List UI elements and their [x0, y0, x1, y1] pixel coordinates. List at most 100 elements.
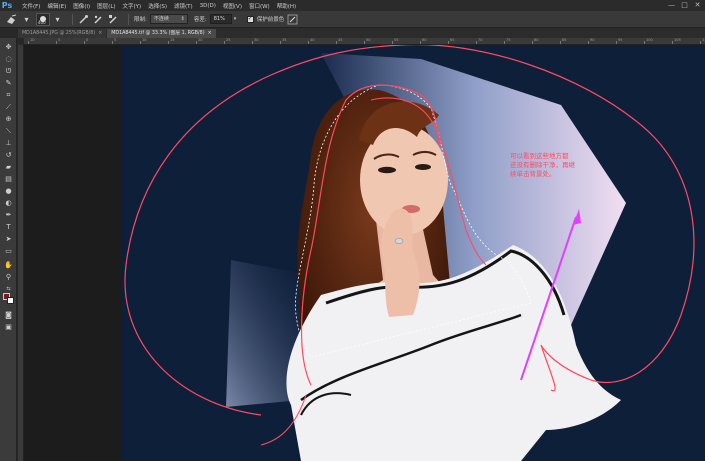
ruler-tick-label: 10: [142, 38, 147, 42]
brush-tool-icon[interactable]: ⟍: [3, 126, 14, 136]
ruler-tick-label: 85: [562, 38, 567, 42]
ruler-tick-mark: [560, 41, 561, 44]
brush-dropdown-icon[interactable]: ▾: [52, 14, 63, 25]
ruler-tick-mark: [672, 41, 673, 44]
separator: [72, 13, 73, 25]
ruler-tick-label: 40: [310, 38, 315, 42]
zoom-tool-icon[interactable]: ⚲: [3, 272, 14, 282]
tab-close-icon[interactable]: ×: [98, 31, 102, 36]
menu-window[interactable]: 窗口(W): [249, 2, 270, 10]
protect-foreground-label: 保护前景色: [256, 17, 285, 23]
tab-label: MD1A8445.tif @ 33.3% (图层 1, RGB/8): [111, 31, 205, 36]
move-tool-icon[interactable]: ✥: [3, 42, 14, 52]
ruler-tick-mark: [308, 41, 309, 44]
ruler-tick-label: 35: [282, 38, 287, 42]
left-eye: [378, 166, 396, 174]
ruler-tick-label: 25: [226, 38, 231, 42]
tolerance-input[interactable]: 81%: [209, 14, 232, 24]
tab-close-icon[interactable]: ×: [208, 31, 212, 36]
ruler-tick-mark: [392, 41, 393, 44]
history-brush-tool-icon[interactable]: ↺: [3, 150, 14, 160]
menu-view[interactable]: 视图(V): [223, 2, 242, 10]
quick-select-tool-icon[interactable]: ✎: [3, 78, 14, 88]
crop-tool-icon[interactable]: ⌗: [3, 90, 14, 100]
ruler-tick-label: 100: [646, 38, 653, 42]
annotation-text: 可以看到这些地方都 还没有删除干净，再继 续单击背景处。: [510, 152, 590, 179]
menu-edit[interactable]: 编辑(E): [47, 2, 66, 10]
quick-mask-icon[interactable]: ◙: [3, 310, 14, 320]
ruler-tick-label: 15: [170, 38, 175, 42]
ruler-tick-mark: [532, 41, 533, 44]
ruler-tick-mark: [476, 41, 477, 44]
tolerance-slider-toggle[interactable]: ▾: [234, 14, 241, 24]
preset-dropdown-icon[interactable]: ▾: [21, 14, 32, 25]
limits-select[interactable]: 不连续 ⇕: [149, 14, 188, 24]
ruler-tick-label: 60: [422, 38, 427, 42]
ruler-tick-label: 80: [534, 38, 539, 42]
ruler-tick-label: 105: [674, 38, 681, 42]
menu-image[interactable]: 图像(I): [73, 2, 90, 10]
eraser-tool-icon[interactable]: ▰: [3, 162, 14, 172]
tab-md1a8445-jpg[interactable]: MD1A8445.JPG @ 25%(RGB/8) ×: [18, 29, 107, 38]
menu-filter[interactable]: 滤镜(T): [174, 2, 193, 10]
window-controls: — □ ✕: [668, 1, 701, 9]
background-color-swatch[interactable]: [7, 297, 14, 304]
ruler-tick-mark: [56, 41, 57, 44]
tab-label: MD1A8445.JPG @ 25%(RGB/8): [22, 31, 96, 36]
maximize-button[interactable]: □: [681, 1, 688, 9]
ruler-tick-mark: [588, 41, 589, 44]
minimize-button[interactable]: —: [668, 1, 675, 9]
shape-tool-icon[interactable]: ▭: [3, 246, 14, 256]
background-eraser-tool-icon[interactable]: [6, 14, 17, 25]
workspace: 可以看到这些地方都 还没有删除干净，再继 续单击背景处。: [24, 45, 705, 461]
canvas-artwork: [124, 45, 695, 461]
photoshop-logo: Ps: [1, 1, 13, 10]
tab-md1a8445-tif[interactable]: MD1A8445.tif @ 33.3% (图层 1, RGB/8) ×: [107, 29, 216, 38]
menu-layer[interactable]: 图层(L): [97, 2, 115, 10]
clone-stamp-tool-icon[interactable]: ⊥: [3, 138, 14, 148]
ruler-tick-mark: [84, 41, 85, 44]
tolerance-label: 容差:: [193, 17, 207, 23]
screen-mode-icon[interactable]: ▣: [3, 322, 14, 332]
menu-3d[interactable]: 3D(D): [200, 3, 216, 9]
sampling-background-swatch-icon[interactable]: [108, 14, 119, 25]
sampling-continuous-icon[interactable]: [78, 14, 89, 25]
ring-shape: [394, 238, 404, 244]
ruler-tick-mark: [140, 41, 141, 44]
ruler-tick-mark: [616, 41, 617, 44]
ruler-tick-mark: [196, 41, 197, 44]
menu-select[interactable]: 选择(S): [148, 2, 167, 10]
ruler-tick-mark: [224, 41, 225, 44]
pen-tool-icon[interactable]: ✒: [3, 210, 14, 220]
type-tool-icon[interactable]: T: [3, 222, 14, 232]
menu-type[interactable]: 文字(Y): [123, 2, 142, 10]
close-button[interactable]: ✕: [694, 1, 701, 9]
ruler-tick-label: 65: [450, 38, 455, 42]
blur-tool-icon[interactable]: ●: [3, 186, 14, 196]
protect-foreground-checkbox[interactable]: [246, 15, 254, 23]
gradient-tool-icon[interactable]: ▤: [3, 174, 14, 184]
healing-tool-icon[interactable]: ⊕: [3, 114, 14, 124]
sampling-once-icon[interactable]: [93, 14, 104, 25]
ruler-tick-mark: [448, 41, 449, 44]
ruler-tick-mark: [504, 41, 505, 44]
ruler-tick-label: 20: [198, 38, 203, 42]
ruler-tick-mark: [336, 41, 337, 44]
eyedropper-tool-icon[interactable]: ⟋: [3, 102, 14, 112]
horizontal-ruler: 10 5 0 5 10 15 20 25 30 35 40 45 50 55 60 65 70 75 80 85 90 9…: [24, 38, 705, 45]
path-select-tool-icon[interactable]: ➤: [3, 234, 14, 244]
hand-tool-icon[interactable]: ✋: [3, 260, 14, 270]
brush-size-value: 400: [38, 19, 46, 25]
marquee-tool-icon[interactable]: ◌: [3, 54, 14, 64]
chevron-down-icon: ⇕: [180, 16, 185, 22]
document-canvas[interactable]: 可以看到这些地方都 还没有删除干净，再继 续单击背景处。: [121, 45, 705, 461]
dodge-tool-icon[interactable]: ◐: [3, 198, 14, 208]
lasso-tool-icon[interactable]: ᘎ: [3, 66, 14, 76]
ruler-tick-label: 30: [254, 38, 259, 42]
ruler-tick-label: 95: [618, 38, 623, 42]
pressure-size-icon[interactable]: [287, 14, 298, 25]
menu-file[interactable]: 文件(F): [22, 2, 40, 10]
ruler-tick-mark: [700, 41, 701, 44]
menu-help[interactable]: 帮助(H): [277, 2, 296, 10]
brush-preset-picker[interactable]: 400: [36, 12, 50, 26]
